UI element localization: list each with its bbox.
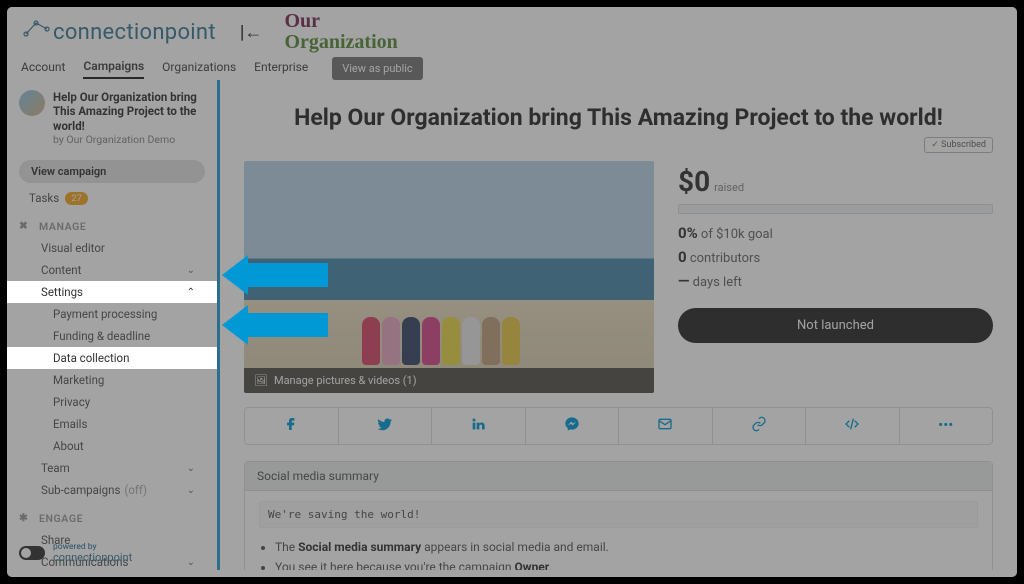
collapse-sidebar-icon[interactable]: |← [240,22,263,43]
sidebar-item-content[interactable]: Content⌄ [7,259,217,281]
manage-media-button[interactable]: 🖼 Manage pictures & videos (1) [244,368,654,393]
summary-bullet-2: You see it here because you're the campa… [275,558,978,570]
sidebar-section-engage: ✱ ENGAGE [7,501,217,529]
days-left-line: — days left [678,272,993,290]
sidebar-item-contacts[interactable]: Contacts [7,573,217,584]
sidebar-item-about[interactable]: About [7,435,217,457]
share-icon: ✱ [19,511,33,525]
tab-organizations[interactable]: Organizations [162,60,236,78]
chevron-down-icon: ⌄ [187,557,195,568]
share-bar: ••• [244,407,993,445]
not-launched-button[interactable]: Not launched [678,308,993,343]
theme-toggle[interactable] [19,546,45,560]
raised-amount: $0 [678,165,710,198]
view-campaign-button[interactable]: View campaign [19,160,205,183]
sidebar-item-tasks[interactable]: Tasks 27 [7,187,217,209]
sidebar-item-subcampaigns[interactable]: Sub-campaigns (off) ⌄ [7,479,217,501]
tab-enterprise[interactable]: Enterprise [254,60,308,78]
powered-by: powered by connectionpoint [19,543,132,565]
sidebar-item-data-collection[interactable]: Data collection [7,347,217,369]
summary-bullet-1: The Social media summary appears in soci… [275,538,978,556]
logo-text: connectionpoint [53,20,216,45]
share-messenger[interactable] [525,408,619,444]
social-summary-box: Social media summary We're saving the wo… [244,461,993,570]
sidebar-item-emails[interactable]: Emails [7,413,217,435]
tab-campaigns[interactable]: Campaigns [83,59,144,79]
annotation-arrow-settings [222,255,328,295]
share-email[interactable] [618,408,712,444]
summary-code[interactable]: We're saving the world! [259,501,978,528]
goal-line: 0% of $10k goal [678,224,993,242]
sidebar-item-privacy[interactable]: Privacy [7,391,217,413]
share-facebook[interactable] [245,408,338,444]
main-content: Help Our Organization bring This Amazing… [220,80,1017,570]
contributors-line: 0 contributors [678,248,993,266]
image-icon: 🖼 [254,374,268,387]
logo-graph-icon [21,19,51,39]
share-link[interactable] [712,408,806,444]
sidebar-item-funding[interactable]: Funding & deadline [7,325,217,347]
view-as-public-button[interactable]: View as public [332,57,422,80]
project-thumbnail[interactable] [19,90,45,116]
tasks-count-badge: 27 [65,192,88,205]
tools-icon: ✖ [19,219,33,233]
sidebar: Help Our Organization bring This Amazing… [7,80,217,570]
progress-bar [678,204,993,214]
logo[interactable]: connectionpoint [21,19,216,45]
summary-heading: Social media summary [245,462,992,491]
share-twitter[interactable] [338,408,432,444]
share-embed[interactable] [805,408,899,444]
share-linkedin[interactable] [431,408,525,444]
share-more[interactable]: ••• [899,408,993,444]
sidebar-item-visual-editor[interactable]: Visual editor [7,237,217,259]
chevron-down-icon: ⌄ [187,485,195,496]
chevron-down-icon: ⌄ [187,463,195,474]
sidebar-item-team[interactable]: Team⌄ [7,457,217,479]
chevron-down-icon: ⌄ [187,265,195,276]
sidebar-section-manage: ✖ MANAGE [7,209,217,237]
sidebar-item-marketing[interactable]: Marketing [7,369,217,391]
subscribed-badge[interactable]: Subscribed [924,137,993,153]
project-title: Help Our Organization bring This Amazing… [53,90,205,133]
tab-account[interactable]: Account [21,60,65,78]
sidebar-item-payment[interactable]: Payment processing [7,303,217,325]
sidebar-item-settings[interactable]: Settings⌃ [7,281,217,303]
organization-title: Our Organization [284,11,397,53]
project-byline: by Our Organization Demo [53,133,205,146]
annotation-arrow-data-collection [222,305,328,345]
chevron-up-icon: ⌃ [187,287,195,298]
campaign-title: Help Our Organization bring This Amazing… [244,104,993,131]
